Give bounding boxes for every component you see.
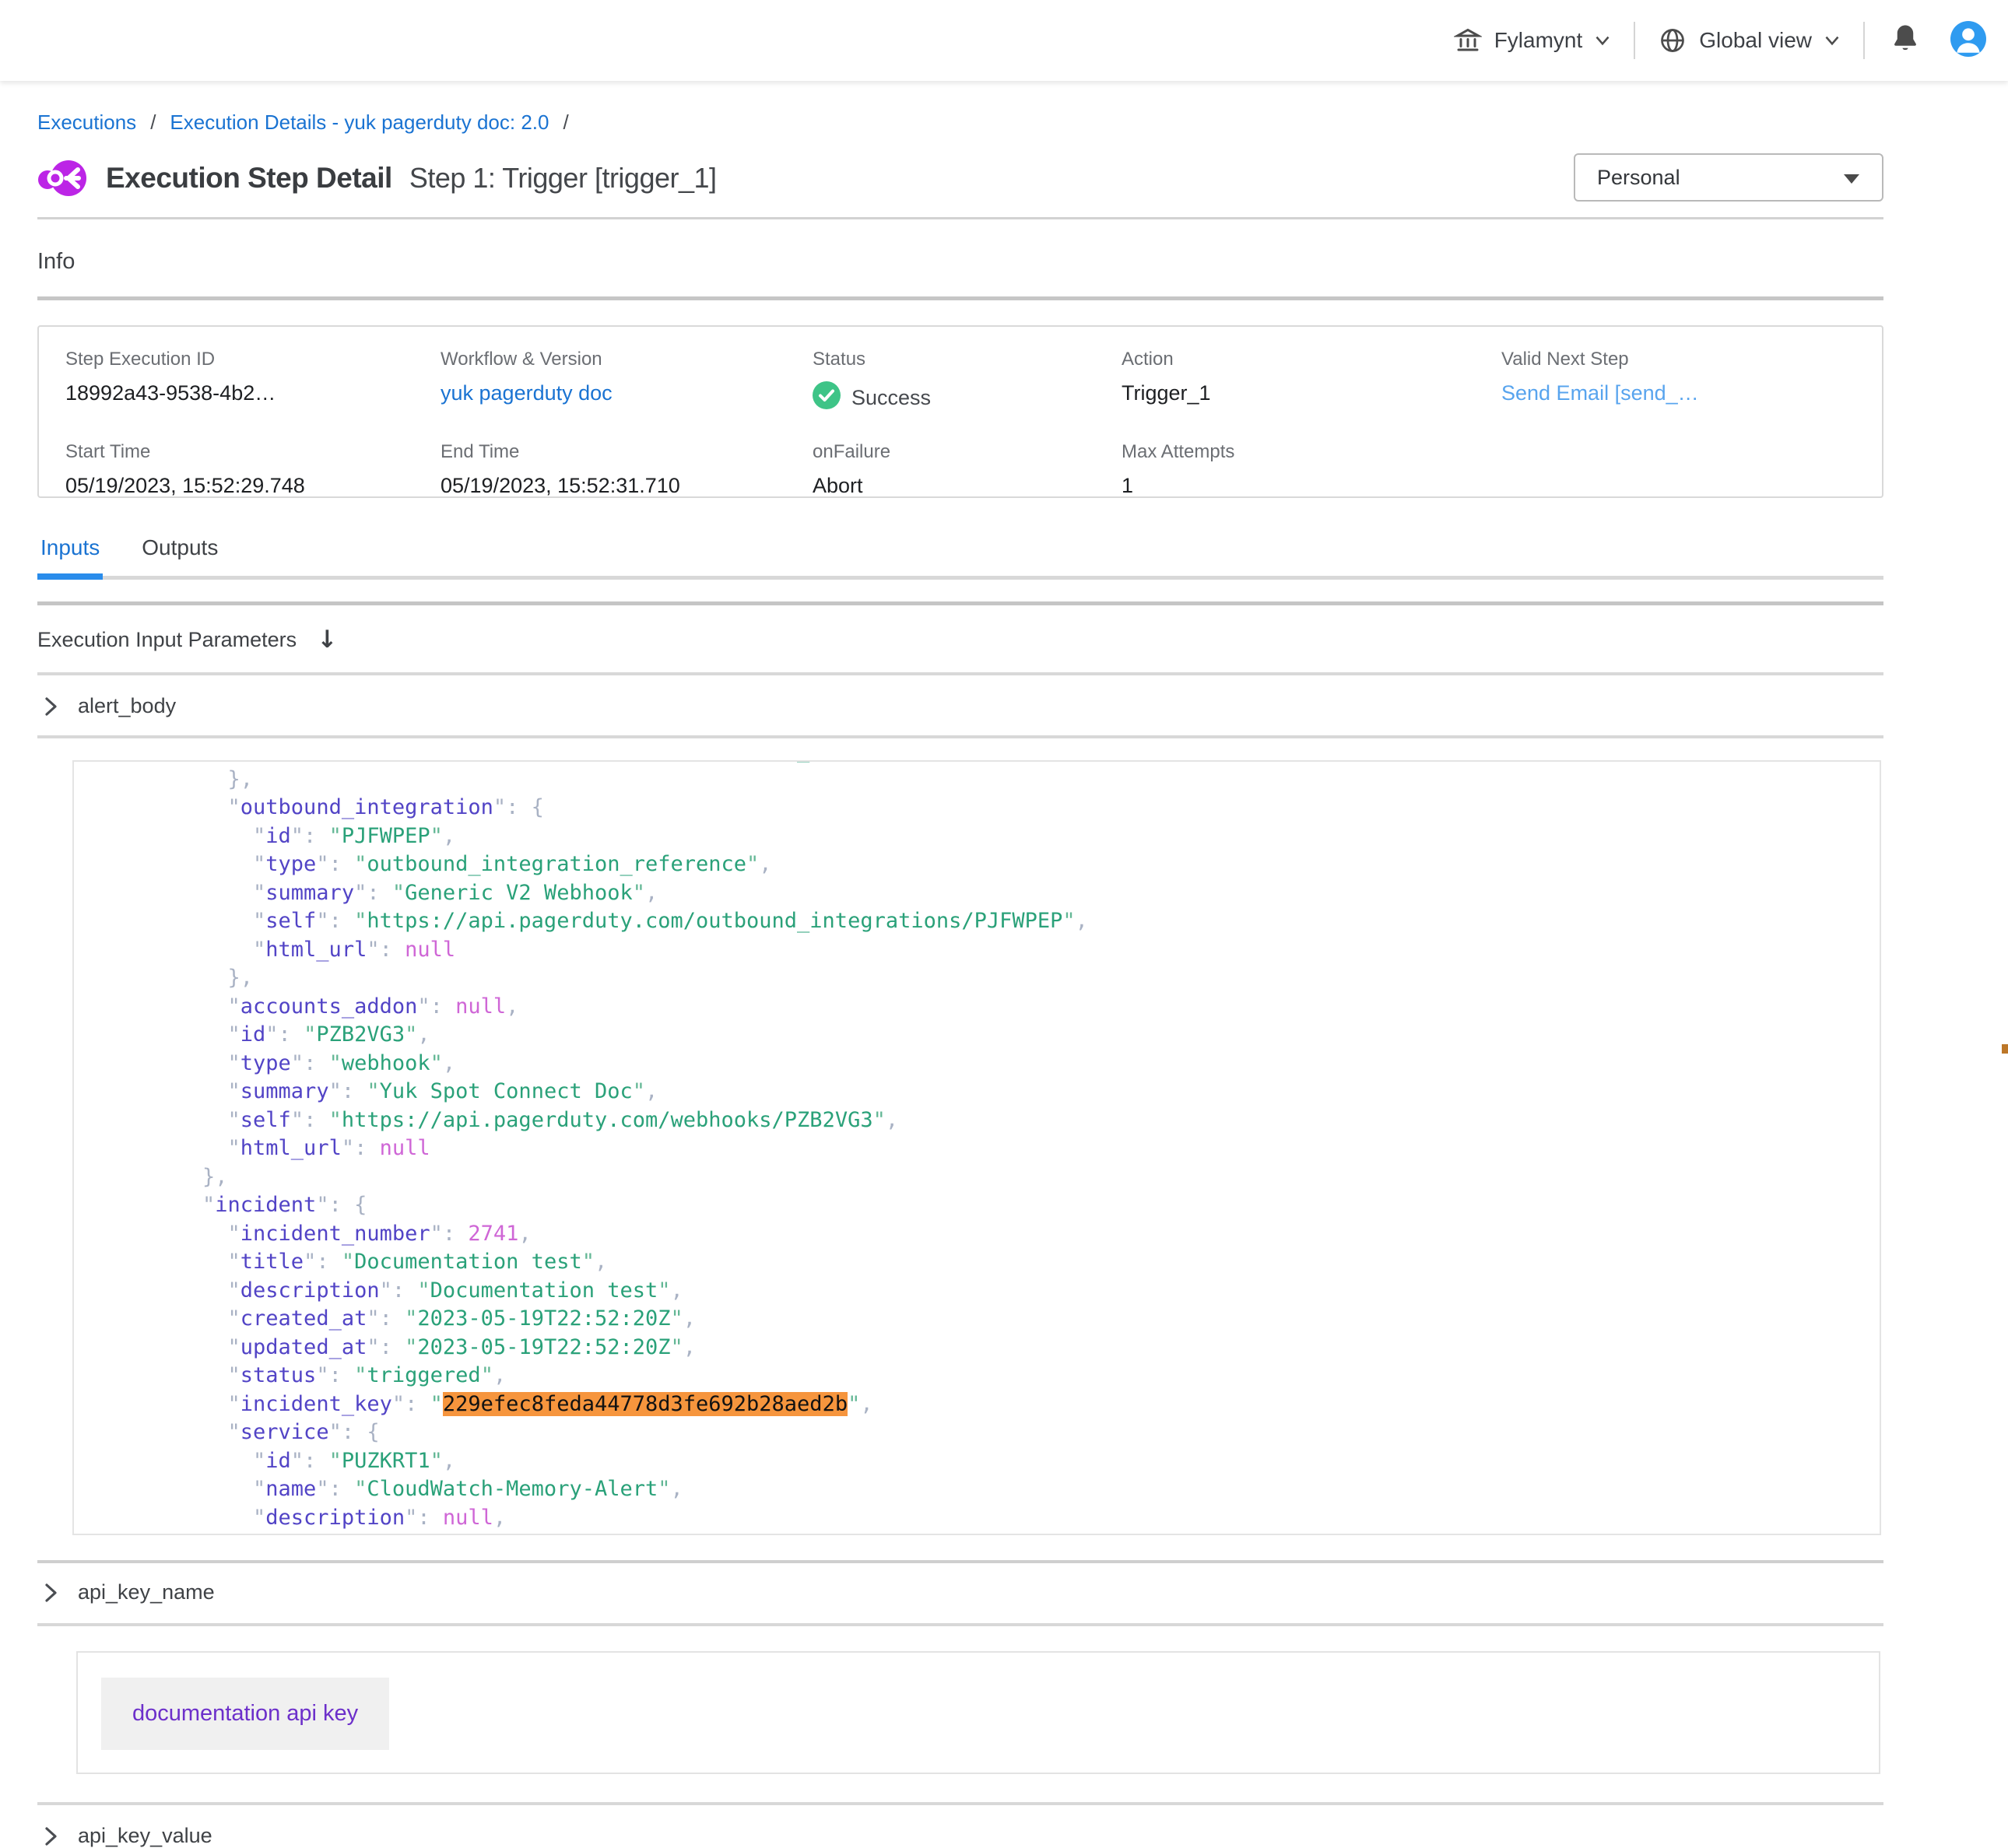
page-title: Execution Step Detail [106, 162, 392, 195]
breadcrumb-separator: / [563, 110, 568, 135]
breadcrumb-executions[interactable]: Executions [37, 110, 136, 135]
field-value: 05/19/2023, 15:52:31.710 [441, 474, 813, 498]
divider [37, 735, 1883, 738]
field-label: Max Attempts [1122, 441, 1501, 463]
view-selector[interactable]: Global view [1635, 26, 1863, 54]
field-label: Action [1122, 349, 1501, 370]
field-step-execution-id: Step Execution ID 18992a43-9538-4b2… [65, 349, 441, 415]
top-bar: Fylamynt Global view [0, 0, 2008, 81]
alert-body-json-viewer[interactable]: "self": "https://api.pagerduty.com/outbo… [72, 760, 1881, 1535]
divider [37, 672, 1883, 675]
scope-select-value: Personal [1597, 166, 1680, 190]
tab-bar: Inputs Outputs [37, 535, 1883, 580]
field-start-time: Start Time 05/19/2023, 15:52:29.748 [65, 441, 441, 498]
execution-input-parameters-header: Execution Input Parameters ↓ [37, 626, 1883, 654]
breadcrumb-execution-details[interactable]: Execution Details - yuk pagerduty doc: 2… [170, 110, 549, 135]
field-end-time: End Time 05/19/2023, 15:52:31.710 [441, 441, 813, 498]
execution-input-parameters-title: Execution Input Parameters [37, 628, 297, 652]
success-check-icon [813, 381, 841, 415]
info-card: Step Execution ID 18992a43-9538-4b2… Wor… [37, 325, 1883, 498]
user-menu[interactable] [1946, 21, 1986, 61]
field-label: Status [813, 349, 1122, 370]
api-key-name-chip[interactable]: documentation api key [101, 1678, 389, 1750]
field-value: Abort [813, 474, 1122, 498]
page-header: Execution Step Detail Step 1: Trigger [t… [37, 153, 1883, 203]
divider [37, 1623, 1883, 1626]
scrollbar-highlight-mark [2002, 1044, 2008, 1054]
status-text: Success [851, 386, 931, 410]
field-onfailure: onFailure Abort [813, 441, 1122, 498]
chevron-right-icon [45, 1826, 58, 1846]
param-label: api_key_value [78, 1824, 212, 1848]
scope-select[interactable]: Personal [1574, 153, 1883, 202]
globe-icon [1659, 26, 1687, 54]
chevron-down-icon [1595, 35, 1610, 46]
breadcrumb: Executions / Execution Details - yuk pag… [37, 110, 1883, 135]
param-label: api_key_name [78, 1580, 215, 1604]
field-status: Status Success [813, 349, 1122, 415]
chevron-right-icon [45, 1583, 58, 1603]
field-action: Action Trigger_1 [1122, 349, 1501, 415]
main-content: Executions / Execution Details - yuk pag… [0, 110, 2008, 1848]
divider [37, 217, 1883, 219]
view-label: Global view [1699, 28, 1812, 53]
field-label: Step Execution ID [65, 349, 441, 370]
chevron-down-icon [1824, 35, 1840, 46]
param-row-api-key-value[interactable]: api_key_value [37, 1824, 1883, 1848]
page-subtitle: Step 1: Trigger [trigger_1] [409, 162, 717, 195]
field-max-attempts: Max Attempts 1 [1122, 441, 1501, 498]
field-label: onFailure [813, 441, 1122, 463]
field-value: Trigger_1 [1122, 381, 1501, 405]
api-key-name-value-panel: documentation api key [76, 1651, 1880, 1774]
param-label: alert_body [78, 694, 176, 718]
chevron-right-icon [45, 696, 58, 717]
field-valid-next-step: Valid Next Step Send Email [send_… [1501, 349, 1882, 415]
param-row-api-key-name[interactable]: api_key_name [37, 1580, 1883, 1604]
field-workflow-version: Workflow & Version yuk pagerduty doc [441, 349, 813, 415]
tab-inputs[interactable]: Inputs [37, 535, 103, 576]
breadcrumb-separator: / [150, 110, 156, 135]
divider [37, 1802, 1883, 1805]
org-selector[interactable]: Fylamynt [1431, 26, 1634, 54]
json-code: "self": "https://api.pagerduty.com/outbo… [74, 760, 1880, 1535]
field-value: 05/19/2023, 15:52:29.748 [65, 474, 441, 498]
workflow-logo-icon [37, 159, 89, 198]
caret-down-icon [1843, 166, 1860, 190]
field-label: Valid Next Step [1501, 349, 1882, 370]
field-label: Workflow & Version [441, 349, 813, 370]
field-label: Start Time [65, 441, 441, 463]
info-heading: Info [37, 249, 1883, 275]
divider [37, 1560, 1883, 1563]
bell-icon [1891, 24, 1919, 58]
divider [37, 601, 1883, 605]
next-step-link[interactable]: Send Email [send_… [1501, 381, 1882, 405]
org-label: Fylamynt [1494, 28, 1583, 53]
field-label: End Time [441, 441, 813, 463]
field-value: 18992a43-9538-4b2… [65, 381, 441, 405]
param-row-alert-body[interactable]: alert_body [37, 694, 1883, 718]
workflow-link[interactable]: yuk pagerduty doc [441, 381, 813, 405]
field-value: 1 [1122, 474, 1501, 498]
tab-outputs[interactable]: Outputs [139, 535, 221, 576]
organization-bank-icon [1454, 26, 1482, 54]
divider [37, 296, 1883, 300]
avatar-icon [1950, 21, 1986, 61]
collapse-arrow-icon[interactable]: ↓ [317, 626, 337, 654]
notifications-button[interactable] [1865, 24, 1946, 58]
status-badge: Success [813, 381, 1122, 415]
